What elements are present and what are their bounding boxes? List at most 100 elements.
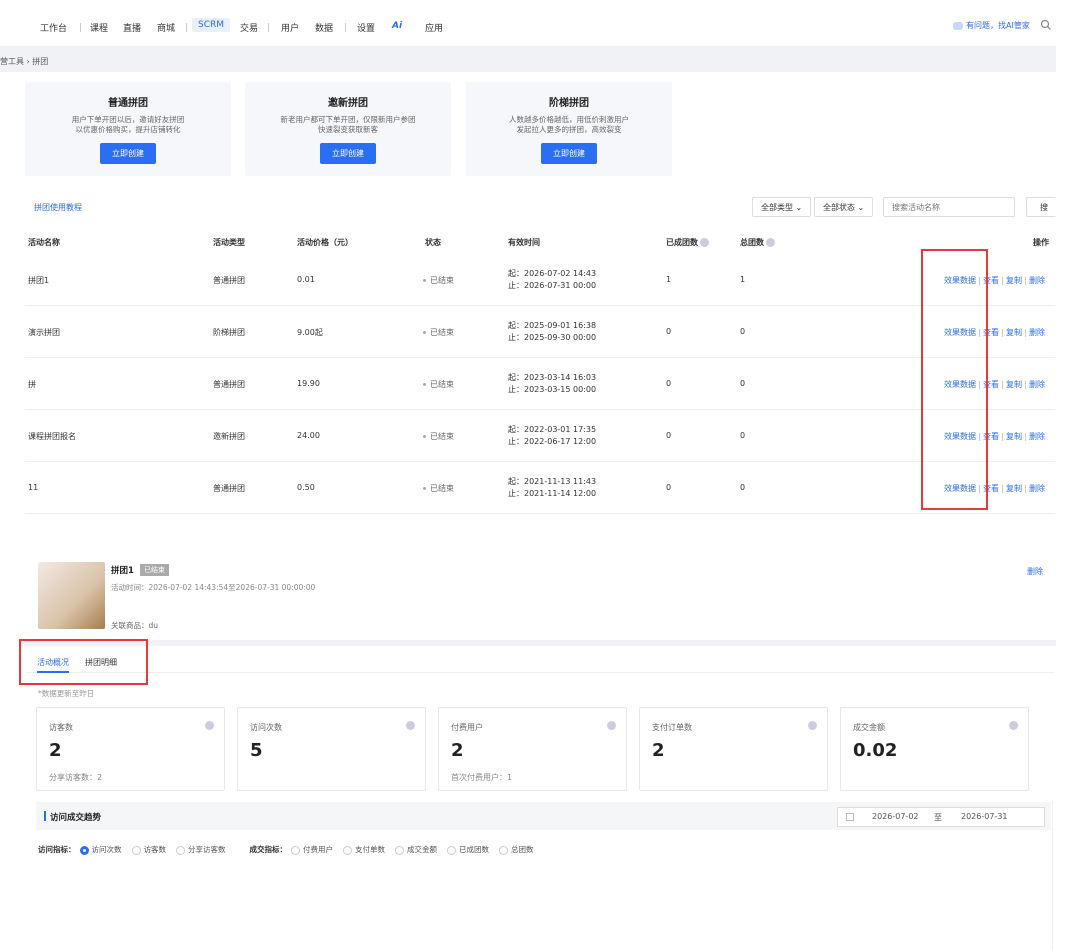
ai-icon[interactable]: Ai (392, 21, 402, 31)
copy-link[interactable]: 复制 (1006, 432, 1022, 441)
start-time: 起：2023-03-14 16:03 (508, 373, 597, 382)
info-icon (205, 721, 214, 730)
activity-price: 9.00起 (297, 328, 323, 337)
card-title: 普通拼团 (108, 98, 148, 109)
nav-mall[interactable]: 商城 (157, 21, 175, 34)
radio-groups-done[interactable]: 已成团数 (447, 844, 489, 855)
ai-help-label: 有问题，找AI管家 (966, 21, 1030, 30)
status-filter[interactable]: 全部状态 ⌄ (814, 197, 874, 217)
nav-apps[interactable]: 应用 (425, 21, 443, 34)
groups-total: 0 (740, 327, 746, 336)
delete-link[interactable]: 删除 (1029, 276, 1045, 285)
nav-scrm[interactable]: SCRM (192, 18, 231, 32)
activity-type: 普通拼团 (213, 380, 245, 389)
create-tier-button[interactable]: 立即创建 (541, 143, 597, 164)
data-note: *数据更新至昨日 (38, 689, 95, 698)
nav-settings[interactable]: 设置 (357, 21, 375, 34)
activity-status: 已结束 (423, 431, 454, 442)
end-time: 止：2023-03-15 00:00 (508, 385, 597, 394)
start-time: 起：2026-07-02 14:43 (508, 269, 597, 278)
card-desc: 发起拉人更多的拼团，高效裂变 (516, 125, 622, 134)
detail-product: 关联商品：du (111, 621, 159, 630)
copy-link[interactable]: 复制 (1006, 484, 1022, 493)
delete-link[interactable]: 删除 (1029, 328, 1045, 337)
status-badge: 已结束 (140, 564, 169, 576)
detail-title: 拼团1 (111, 566, 134, 576)
nav-data[interactable]: 数据 (315, 21, 333, 34)
table-row: 拼团1 普通拼团 0.01 已结束 起：2026-07-02 14:43 止：2026-0… (25, 254, 1055, 306)
copy-link[interactable]: 复制 (1006, 328, 1022, 337)
radio-paid-orders[interactable]: 支付单数 (343, 844, 385, 855)
type-filter[interactable]: 全部类型 ⌄ (752, 197, 812, 217)
start-time: 起：2022-03-01 17:35 (508, 425, 597, 434)
card-title: 阶梯拼团 (549, 98, 589, 109)
delete-button[interactable]: 删除 (1027, 566, 1043, 577)
stat-paying-users: 付费用户 2 首次付费用户：1 (438, 707, 627, 791)
info-icon (406, 721, 415, 730)
groups-done: 0 (666, 327, 672, 336)
info-icon (808, 721, 817, 730)
radio-paying-users[interactable]: 付费用户 (291, 844, 333, 855)
table-row: 课程拼团报名 邀新拼团 24.00 已结束 起：2022-03-01 17:35 止：20… (25, 410, 1055, 462)
groups-total: 0 (740, 483, 746, 492)
create-invite-button[interactable]: 立即创建 (320, 143, 376, 164)
info-icon (607, 721, 616, 730)
card-invite-group: 邀新拼团 新老用户都可下单开团，仅限新用户参团 快速裂变获取新客 立即创建 (245, 82, 451, 176)
activity-price: 0.50 (297, 483, 315, 492)
delete-link[interactable]: 删除 (1029, 380, 1045, 389)
card-desc: 以优惠价格购买，提升店铺转化 (75, 125, 181, 134)
activity-price: 0.01 (297, 275, 315, 284)
date-range-picker[interactable]: 2026-07-02 至 2026-07-31 (837, 807, 1045, 827)
radio-revenue[interactable]: 成交金额 (395, 844, 437, 855)
highlight-box (19, 639, 148, 685)
product-thumbnail (38, 562, 105, 629)
card-title: 邀新拼团 (328, 98, 368, 109)
nav-live[interactable]: 直播 (123, 21, 141, 34)
highlight-box (921, 249, 988, 510)
table-row: 拼 普通拼团 19.90 已结束 起：2023-03-14 16:03 止：2023-03… (25, 358, 1055, 410)
delete-link[interactable]: 删除 (1029, 432, 1045, 441)
search-button[interactable]: 搜 (1026, 197, 1056, 217)
radio-visit-count[interactable]: 访问次数 (79, 844, 122, 855)
activity-type: 阶梯拼团 (213, 328, 245, 337)
tutorial-link[interactable]: 拼团使用教程 (34, 202, 82, 213)
activity-status: 已结束 (423, 379, 454, 390)
card-desc: 快速裂变获取新客 (318, 125, 378, 134)
groups-done: 0 (666, 483, 672, 492)
activity-type: 邀新拼团 (213, 432, 245, 441)
card-normal-group: 普通拼团 用户下单开团以后，邀请好友拼团 以优惠价格购买，提升店铺转化 立即创建 (25, 82, 231, 176)
radio-visitors[interactable]: 访客数 (131, 844, 166, 855)
info-icon (1009, 721, 1018, 730)
radio-share-visitors[interactable]: 分享访客数 (176, 844, 226, 855)
end-time: 止：2022-06-17 12:00 (508, 437, 597, 446)
metric-selector: 访问指标： 访问次数 访客数 分享访客数 成交指标： 付费用户 支付单数 成交金… (38, 844, 534, 855)
activity-type: 普通拼团 (213, 484, 245, 493)
info-icon (766, 238, 775, 247)
activity-price: 19.90 (297, 379, 320, 388)
stat-orders: 支付订单数 2 (639, 707, 828, 791)
search-icon[interactable] (1040, 19, 1052, 31)
nav-workbench[interactable]: 工作台 (40, 21, 67, 34)
stat-visitors: 访客数 2 分享访客数：2 (36, 707, 225, 791)
nav-trade[interactable]: 交易 (240, 21, 258, 34)
ai-help-button[interactable]: 有问题，找AI管家 (953, 20, 1030, 31)
activity-name: 11 (28, 483, 39, 492)
copy-link[interactable]: 复制 (1006, 380, 1022, 389)
copy-link[interactable]: 复制 (1006, 276, 1022, 285)
nav-course[interactable]: 课程 (90, 21, 108, 34)
search-input[interactable] (883, 197, 1015, 217)
trend-title: 访问成交趋势 (50, 813, 102, 823)
groups-total: 0 (740, 379, 746, 388)
groups-total: 0 (740, 431, 746, 440)
activity-name: 拼 (28, 380, 36, 389)
end-time: 止：2026-07-31 00:00 (508, 281, 597, 290)
create-normal-button[interactable]: 立即创建 (100, 143, 156, 164)
activity-name: 课程拼团报名 (28, 432, 76, 441)
nav-users[interactable]: 用户 (281, 21, 299, 34)
activity-status: 已结束 (423, 275, 454, 286)
radio-groups-total[interactable]: 总团数 (499, 844, 534, 855)
breadcrumb: 营工具 › 拼团 (0, 46, 1056, 72)
groups-done: 0 (666, 431, 672, 440)
table-row: 演示拼团 阶梯拼团 9.00起 已结束 起：2025-09-01 16:38 止：2025… (25, 306, 1055, 358)
delete-link[interactable]: 删除 (1029, 484, 1045, 493)
